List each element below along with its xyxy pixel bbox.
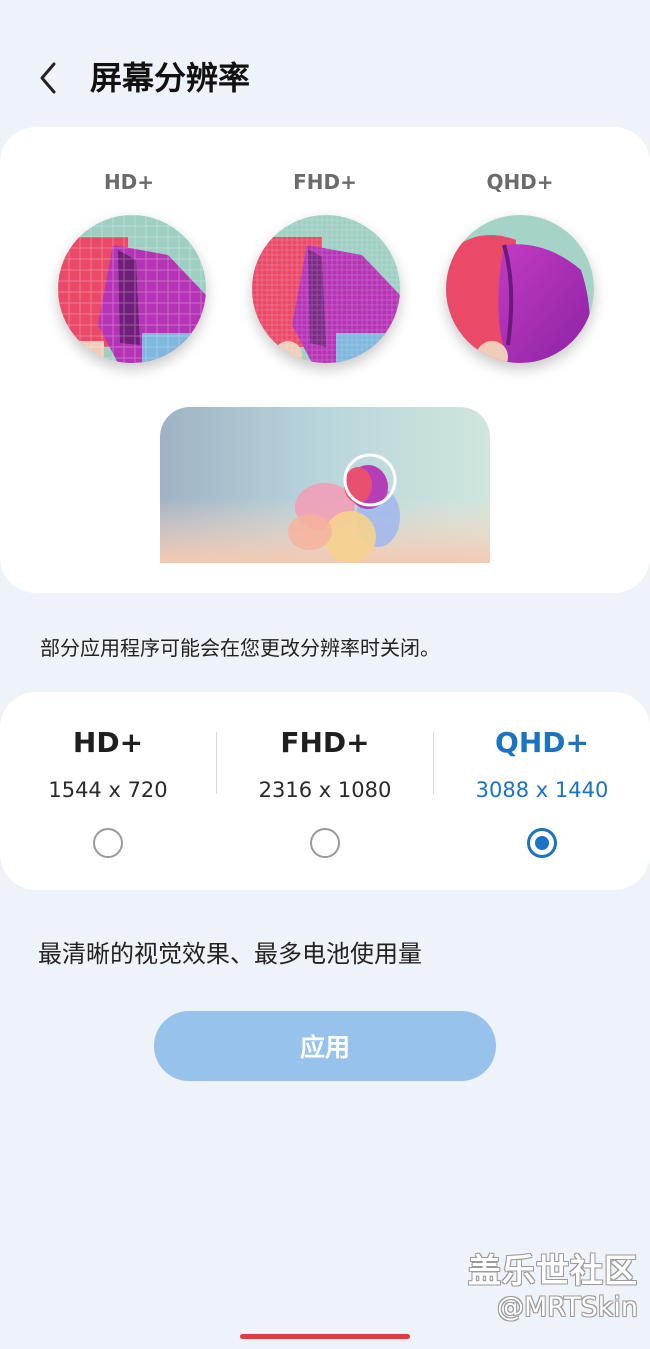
radio-hd[interactable] (93, 828, 123, 858)
back-button[interactable] (30, 56, 70, 100)
option-name: QHD+ (495, 726, 589, 759)
page-title: 屏幕分辨率 (90, 59, 251, 97)
home-indicator[interactable] (240, 1334, 410, 1339)
preview-zoom-fhd (252, 215, 400, 363)
header: 屏幕分辨率 (0, 40, 650, 120)
chevron-left-icon (40, 62, 56, 94)
apply-button[interactable]: 应用 (154, 1011, 496, 1081)
radio-fhd[interactable] (310, 828, 340, 858)
option-fhd[interactable]: FHD+ 2316 x 1080 (217, 692, 433, 890)
option-dimensions: 1544 x 720 (48, 778, 168, 802)
resolution-change-note: 部分应用程序可能会在您更改分辨率时关闭。 (40, 636, 440, 660)
watermark-author: @MRTSkin (497, 1292, 638, 1323)
wallpaper-preview (160, 407, 490, 563)
watermark-community: 盖乐世社区 (468, 1251, 638, 1290)
radio-qhd[interactable] (527, 828, 557, 858)
option-dimensions: 2316 x 1080 (258, 778, 392, 802)
preview-zoom-hd (58, 215, 206, 363)
preview-label-hd: HD+ (103, 170, 155, 194)
option-name: HD+ (72, 726, 144, 759)
option-hd[interactable]: HD+ 1544 x 720 (0, 692, 216, 890)
resolution-description: 最清晰的视觉效果、最多电池使用量 (38, 940, 422, 968)
option-qhd[interactable]: QHD+ 3088 x 1440 (434, 692, 650, 890)
preview-label-fhd: FHD+ (293, 170, 357, 194)
preview-zoom-qhd (446, 215, 594, 363)
option-dimensions: 3088 x 1440 (475, 778, 609, 802)
preview-label-qhd: QHD+ (486, 170, 554, 194)
option-name: FHD+ (280, 726, 370, 759)
